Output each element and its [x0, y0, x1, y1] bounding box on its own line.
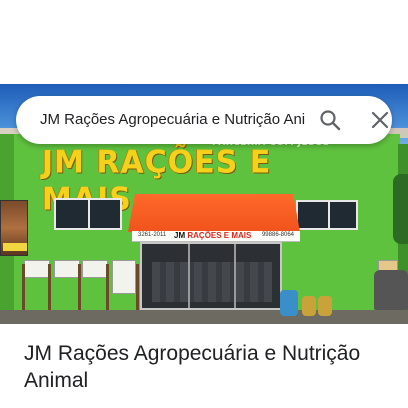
barrel: [280, 290, 298, 316]
search-input[interactable]: JM Rações Agropecuária e Nutrição Animal: [40, 110, 306, 130]
fence-post: [48, 264, 51, 314]
search-icon[interactable]: [318, 108, 342, 132]
notice: [112, 260, 136, 294]
notice: [82, 260, 108, 278]
barrel: [302, 296, 316, 316]
poster: [0, 200, 28, 256]
top-blank-area: [0, 0, 408, 84]
shelves: [152, 262, 272, 302]
ground: [0, 310, 408, 324]
fence-post: [22, 264, 25, 314]
window-right: [296, 200, 358, 230]
window-left: [54, 198, 122, 230]
store-sign-phone-left: 3261-2011: [138, 232, 167, 238]
store-sign-name: JM RAÇÕES E MAIS: [174, 231, 252, 240]
store-entrance: [140, 242, 282, 310]
fence-post: [78, 264, 81, 314]
barrel: [318, 296, 332, 316]
store-sign: 3261-2011 JM RAÇÕES E MAIS 99886-8064: [132, 231, 300, 242]
close-icon[interactable]: [368, 108, 392, 132]
awning: [128, 194, 300, 232]
tree: [393, 174, 408, 244]
notice: [54, 260, 80, 278]
search-bar[interactable]: JM Rações Agropecuária e Nutrição Animal: [16, 96, 392, 144]
fence-post: [136, 264, 139, 314]
place-title: JM Rações Agropecuária e Nutrição Animal: [24, 342, 361, 392]
notice: [24, 260, 50, 278]
motorcycle: [374, 270, 408, 310]
rating-stars: ★★★★★: [24, 404, 144, 408]
poster-tag: [3, 243, 27, 251]
store-sign-phone-right: 99886-8064: [261, 232, 294, 238]
fence-post: [106, 264, 109, 314]
